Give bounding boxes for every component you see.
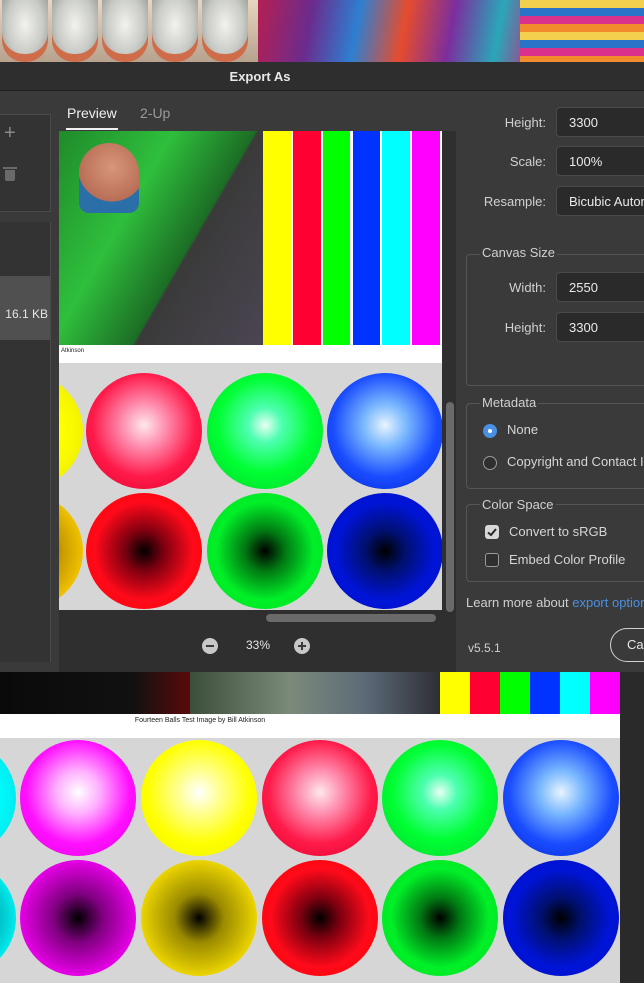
fish-photo	[0, 0, 258, 62]
cyan-dark-ball	[0, 860, 16, 976]
red-dark-ball	[262, 860, 378, 976]
background-document-bottom: Fourteen Balls Test Image by Bill Atkins…	[0, 672, 644, 983]
blue-ball	[503, 740, 619, 856]
scale-select[interactable]: 100%	[556, 146, 644, 176]
trash-icon[interactable]	[3, 165, 17, 181]
blue-dark-ball	[327, 493, 442, 609]
blue-dark-ball	[503, 860, 619, 976]
convert-srgb-label[interactable]: Convert to sRGB	[509, 524, 607, 539]
preview-caption: Atkinson	[61, 348, 85, 354]
add-icon[interactable]: +	[4, 123, 20, 143]
window-edge	[620, 672, 644, 983]
magenta-ball	[20, 740, 136, 856]
horizontal-scrollbar[interactable]	[266, 614, 436, 622]
zoom-out-icon[interactable]	[202, 638, 218, 654]
vertical-scrollbar[interactable]	[446, 402, 454, 612]
yellow-dark-ball	[141, 860, 257, 976]
dialog-titlebar[interactable]: Export As	[0, 62, 644, 91]
color-bar	[500, 672, 530, 714]
fish-shape	[152, 0, 198, 62]
learn-more-text: Learn more about export options	[466, 595, 644, 610]
color-bars	[263, 131, 442, 345]
asset-toolbar: +	[0, 114, 51, 212]
asset-file-size: 16.1 KB	[5, 307, 48, 321]
convert-srgb-checkbox[interactable]	[485, 525, 499, 539]
boat-photo-bottom	[190, 672, 440, 714]
textile-stripes	[520, 0, 644, 62]
color-bar	[440, 672, 470, 714]
boat-photo	[59, 131, 263, 345]
red-ball	[262, 740, 378, 856]
color-bar	[292, 131, 321, 345]
color-bar	[382, 131, 411, 345]
color-bars-bottom	[440, 672, 620, 714]
fish-shape	[202, 0, 248, 62]
image-height-field[interactable]: 3300	[556, 107, 644, 137]
embed-profile-checkbox[interactable]	[485, 553, 499, 567]
dark-gradient-photo	[0, 672, 190, 714]
dialog-title: Export As	[229, 69, 291, 84]
metadata-none-label[interactable]: None	[507, 422, 538, 437]
cyan-ball	[0, 740, 16, 856]
color-bar	[263, 131, 291, 345]
document-caption: Fourteen Balls Test Image by Bill Atkins…	[134, 717, 266, 724]
red-ball	[86, 373, 202, 489]
color-space-section	[466, 504, 644, 582]
person-in-boat	[79, 143, 139, 213]
red-dark-ball	[86, 493, 202, 609]
tab-preview[interactable]: Preview	[67, 105, 117, 121]
color-bar	[412, 131, 440, 345]
yellow-dark-ball	[59, 493, 83, 609]
canvas-height-field[interactable]: 3300	[556, 312, 644, 342]
color-bar	[560, 672, 590, 714]
image-height-label: Height:	[504, 115, 546, 130]
canvas-height-label: Height:	[504, 320, 546, 335]
fish-shape	[52, 0, 98, 62]
metadata-section	[466, 403, 644, 489]
canvas-width-field[interactable]: 2550	[556, 272, 644, 302]
fish-shape	[102, 0, 148, 62]
color-bar	[352, 131, 381, 345]
preview-image[interactable]: Atkinson	[59, 131, 442, 610]
version-label: v5.5.1	[468, 641, 501, 655]
yellow-ball	[59, 373, 83, 489]
green-dark-ball	[207, 493, 323, 609]
color-bar	[322, 131, 351, 345]
zoom-in-icon[interactable]	[294, 638, 310, 654]
color-bar	[590, 672, 620, 714]
background-document-top	[0, 0, 644, 62]
yellow-ball	[141, 740, 257, 856]
resample-label: Resample:	[483, 194, 546, 209]
fish-shape	[2, 0, 48, 62]
zoom-level: 33%	[245, 638, 271, 652]
export-options-link[interactable]: export options	[572, 595, 644, 610]
cancel-button[interactable]: Cancel	[610, 628, 644, 662]
preview-caption-strip	[59, 345, 442, 363]
embed-profile-label[interactable]: Embed Color Profile	[509, 552, 625, 567]
metadata-copyright-label[interactable]: Copyright and Contact Info	[507, 454, 644, 469]
blue-ball	[327, 373, 442, 489]
metadata-copyright-radio[interactable]	[483, 456, 497, 470]
metadata-none-radio[interactable]	[483, 424, 497, 438]
green-ball	[207, 373, 323, 489]
export-dialog: Export As + 16.1 KB Preview 2-Up Atkinso…	[0, 62, 644, 673]
green-ball	[382, 740, 498, 856]
green-dark-ball	[382, 860, 498, 976]
color-bar	[470, 672, 500, 714]
learn-more-prefix: Learn more about	[466, 595, 573, 610]
canvas-width-label: Width:	[509, 280, 546, 295]
tab-2up[interactable]: 2-Up	[140, 105, 170, 121]
color-bar	[530, 672, 560, 714]
color-space-title: Color Space	[480, 497, 556, 512]
canvas-size-title: Canvas Size	[480, 245, 557, 260]
metadata-title: Metadata	[480, 395, 539, 410]
magenta-dark-ball	[20, 860, 136, 976]
resample-select[interactable]: Bicubic Automatic	[556, 186, 644, 216]
active-tab-indicator	[66, 128, 118, 130]
scale-label: Scale:	[509, 154, 546, 169]
